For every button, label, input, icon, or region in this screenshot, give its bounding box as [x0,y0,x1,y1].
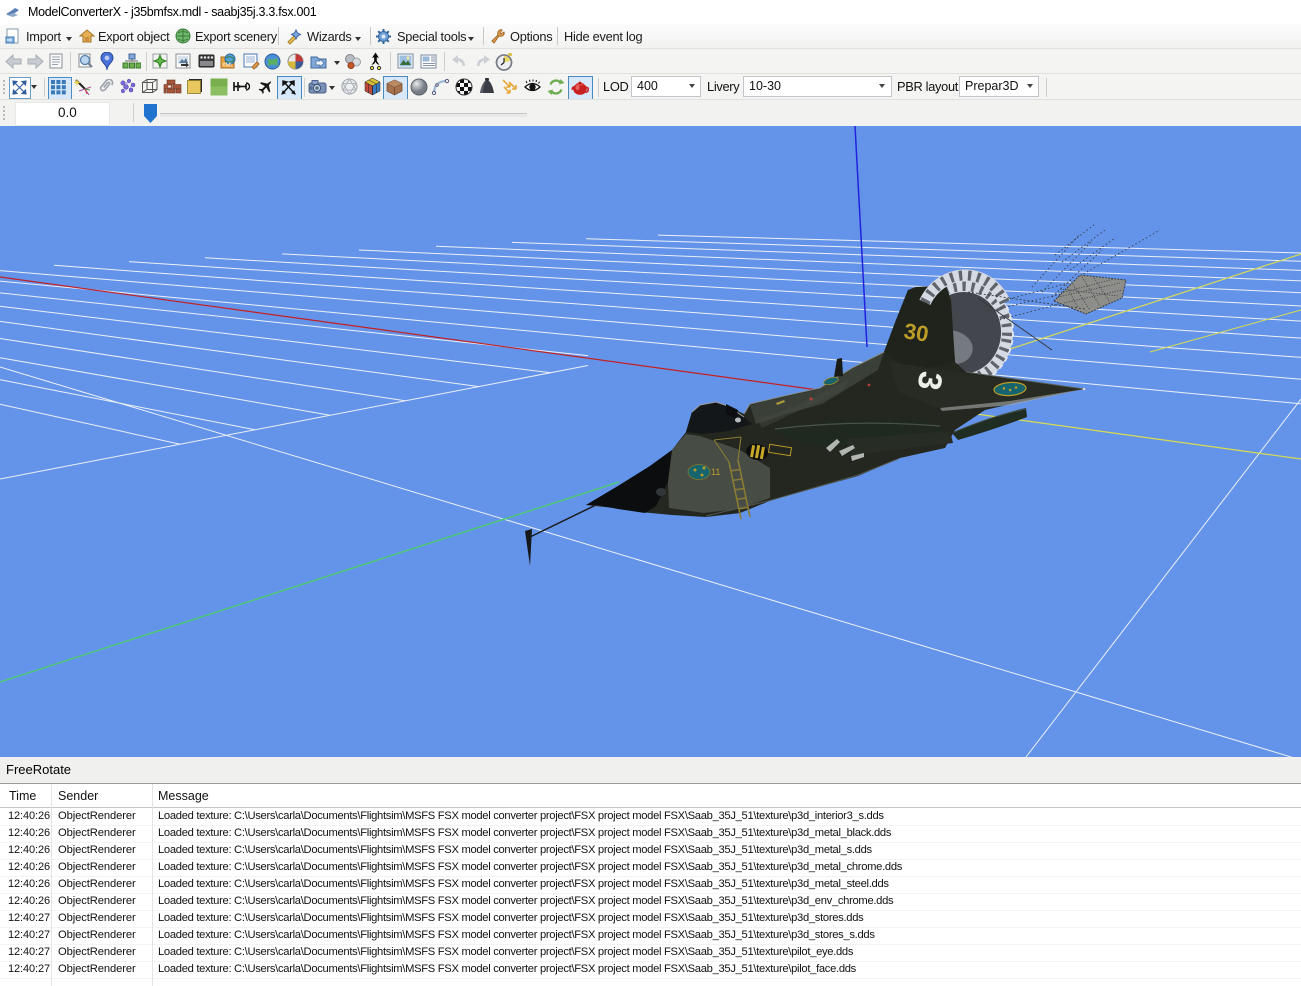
svg-text:11: 11 [711,467,720,477]
svg-text:XML: XML [222,63,233,69]
svg-text:30: 30 [902,318,930,347]
